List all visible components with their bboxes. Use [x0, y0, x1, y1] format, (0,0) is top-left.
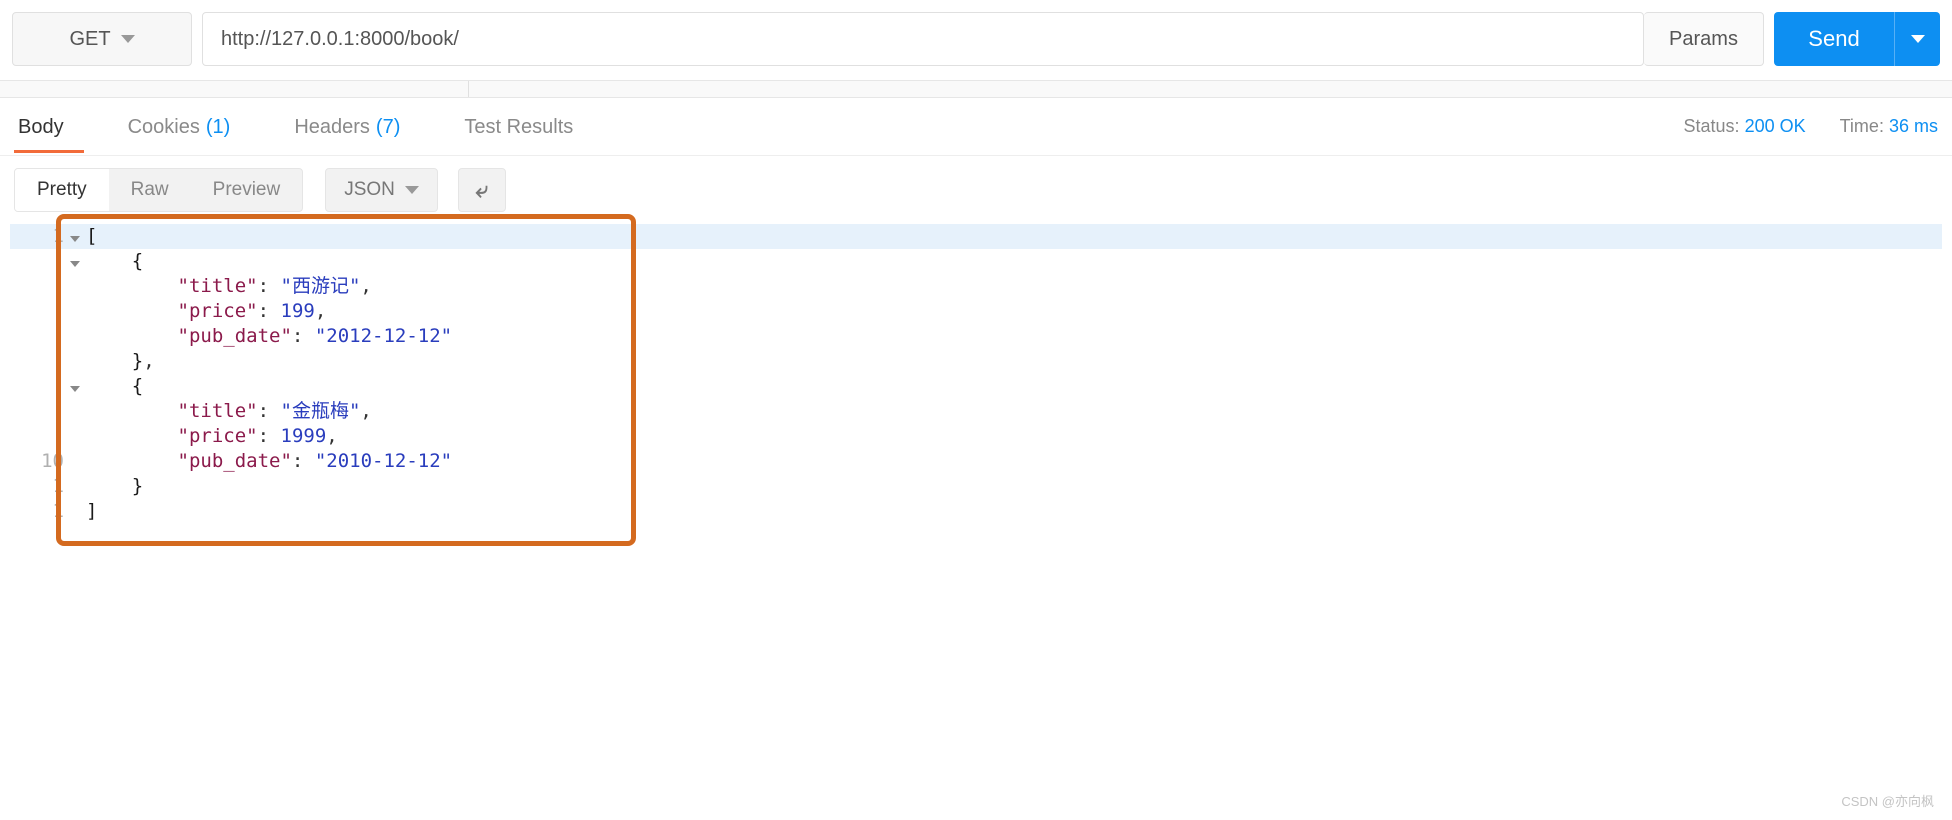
code-content: },: [86, 349, 1942, 374]
line-number: [10, 249, 64, 274]
viewer-bar: Pretty Raw Preview JSON ⤶: [0, 156, 1952, 220]
view-preview-label: Preview: [213, 179, 281, 200]
url-input[interactable]: [202, 12, 1644, 66]
view-raw[interactable]: Raw: [109, 169, 191, 211]
line-number: [10, 274, 64, 299]
line-number: [10, 299, 64, 324]
chevron-down-icon: [1911, 35, 1925, 43]
code-line[interactable]: {: [10, 249, 1942, 274]
code-content: {: [86, 249, 1942, 274]
format-select[interactable]: JSON: [325, 168, 438, 212]
triangle-down-icon: [70, 386, 80, 392]
code-line[interactable]: },: [10, 349, 1942, 374]
line-number: [10, 374, 64, 399]
send-button[interactable]: Send: [1774, 12, 1894, 66]
tab-cookies-count: (1): [206, 116, 230, 139]
response-tabs: Body Cookies (1) Headers (7) Test Result…: [0, 98, 1952, 156]
code-line[interactable]: "price": 199,: [10, 299, 1942, 324]
separator-bar: [0, 80, 1952, 98]
send-options-button[interactable]: [1894, 12, 1940, 66]
fold-toggle: [64, 424, 86, 449]
fold-toggle: [64, 324, 86, 349]
time-value: 36 ms: [1889, 116, 1938, 136]
line-number: 1: [10, 499, 64, 524]
tab-body[interactable]: Body: [14, 100, 84, 153]
code-line[interactable]: {: [10, 374, 1942, 399]
watermark: CSDN @亦向枫: [1841, 791, 1934, 810]
tab-test-results[interactable]: Test Results: [460, 100, 593, 153]
code-table: 1[ { "title": "西游记", "price": 199, "pub_…: [10, 224, 1942, 524]
code-line[interactable]: 1[: [10, 224, 1942, 249]
params-button[interactable]: Params: [1644, 12, 1764, 66]
code-content: [: [86, 224, 1942, 249]
code-line[interactable]: "price": 1999,: [10, 424, 1942, 449]
tab-cookies-label: Cookies: [128, 116, 200, 139]
wrap-lines-button[interactable]: ⤶: [458, 168, 506, 212]
code-content: "price": 1999,: [86, 424, 1942, 449]
http-method-select[interactable]: GET: [12, 12, 192, 66]
code-line[interactable]: 1 }: [10, 474, 1942, 499]
fold-toggle: [64, 349, 86, 374]
fold-toggle[interactable]: [64, 249, 86, 274]
code-content: }: [86, 474, 1942, 499]
response-body-viewer: 1[ { "title": "西游记", "price": 199, "pub_…: [10, 224, 1942, 524]
line-number: 1: [10, 474, 64, 499]
view-pretty-label: Pretty: [37, 179, 87, 200]
code-content: "pub_date": "2012-12-12": [86, 324, 1942, 349]
code-line[interactable]: 1]: [10, 499, 1942, 524]
format-label: JSON: [344, 179, 395, 201]
line-number: [10, 424, 64, 449]
line-number: [10, 349, 64, 374]
time-block: Time: 36 ms: [1840, 116, 1938, 137]
response-status-area: Status: 200 OK Time: 36 ms: [1684, 116, 1938, 137]
line-number: [10, 399, 64, 424]
code-line[interactable]: 10 "pub_date": "2010-12-12": [10, 449, 1942, 474]
send-button-group: Send: [1774, 12, 1940, 66]
tab-headers-label: Headers: [294, 116, 370, 139]
triangle-down-icon: [70, 261, 80, 267]
code-content: {: [86, 374, 1942, 399]
tab-tests-label: Test Results: [464, 116, 573, 139]
code-content: "price": 199,: [86, 299, 1942, 324]
params-label: Params: [1669, 28, 1738, 51]
code-content: "title": "西游记",: [86, 274, 1942, 299]
status-label: Status:: [1684, 116, 1740, 136]
line-number: 10: [10, 449, 64, 474]
http-method-label: GET: [69, 28, 110, 51]
fold-toggle: [64, 299, 86, 324]
send-label: Send: [1808, 26, 1859, 52]
wrap-icon: ⤶: [476, 177, 488, 203]
status-value: 200 OK: [1745, 116, 1806, 136]
tab-body-label: Body: [18, 116, 64, 139]
fold-toggle: [64, 474, 86, 499]
fold-toggle: [64, 274, 86, 299]
fold-toggle: [64, 449, 86, 474]
code-content: "title": "金瓶梅",: [86, 399, 1942, 424]
time-label: Time:: [1840, 116, 1884, 136]
code-line[interactable]: "title": "金瓶梅",: [10, 399, 1942, 424]
status-block: Status: 200 OK: [1684, 116, 1806, 137]
view-raw-label: Raw: [131, 179, 169, 200]
code-content: ]: [86, 499, 1942, 524]
code-line[interactable]: "pub_date": "2012-12-12": [10, 324, 1942, 349]
view-pretty[interactable]: Pretty: [15, 169, 109, 211]
tab-cookies[interactable]: Cookies (1): [124, 100, 251, 153]
code-line[interactable]: "title": "西游记",: [10, 274, 1942, 299]
line-number: 1: [10, 224, 64, 249]
code-content: "pub_date": "2010-12-12": [86, 449, 1942, 474]
fold-toggle[interactable]: [64, 374, 86, 399]
chevron-down-icon: [405, 186, 419, 194]
fold-toggle: [64, 499, 86, 524]
fold-toggle: [64, 399, 86, 424]
line-number: [10, 324, 64, 349]
view-mode-group: Pretty Raw Preview: [14, 168, 303, 212]
triangle-down-icon: [70, 236, 80, 242]
fold-toggle[interactable]: [64, 224, 86, 249]
view-preview[interactable]: Preview: [191, 169, 303, 211]
tab-headers[interactable]: Headers (7): [290, 100, 420, 153]
request-bar: GET Params Send: [0, 0, 1952, 80]
tab-headers-count: (7): [376, 116, 400, 139]
chevron-down-icon: [121, 35, 135, 43]
